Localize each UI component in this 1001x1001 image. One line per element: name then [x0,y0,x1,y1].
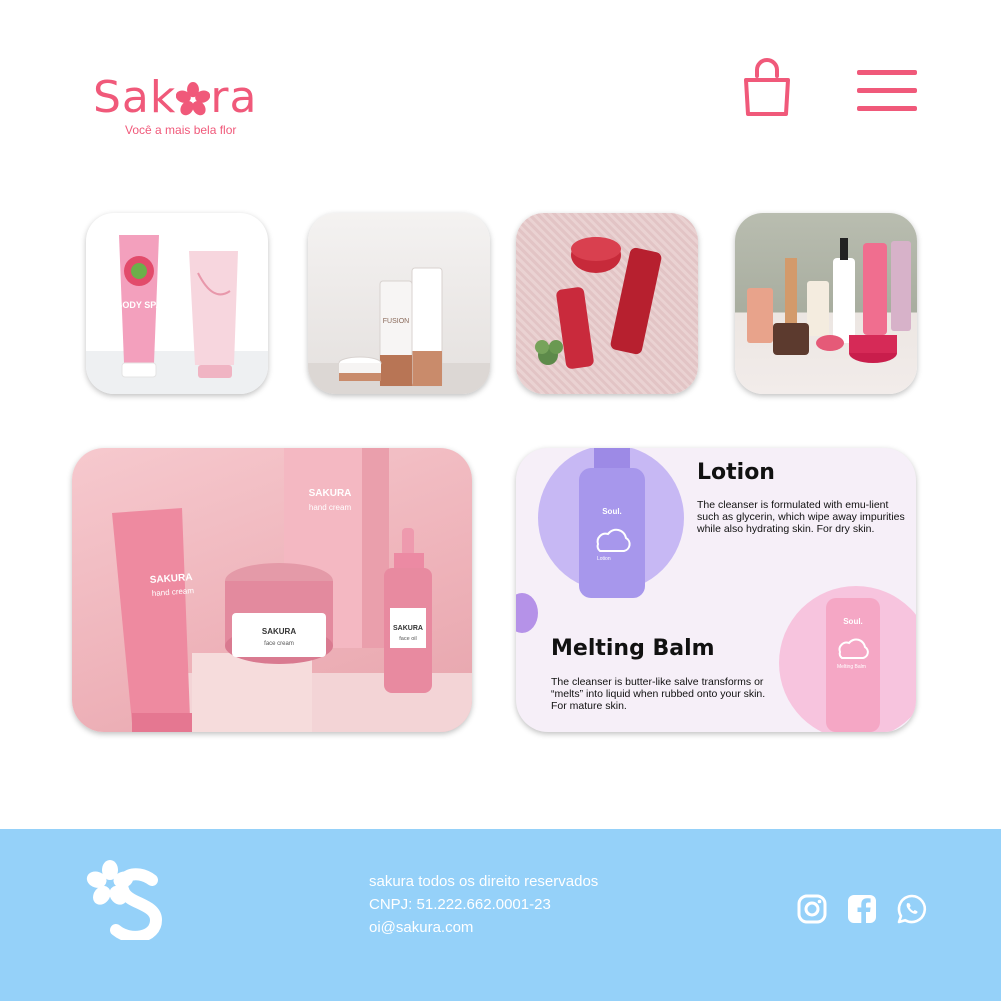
sakura-product-showcase[interactable]: SAKURA hand cream SAKURA hand cream SAKU… [72,448,472,732]
whatsapp-icon [897,894,927,924]
sakura-line-image: SAKURA hand cream SAKURA hand cream SAKU… [112,448,472,732]
box-subtitle: hand cream [309,503,352,512]
product-thumbnail-collection[interactable] [735,213,917,394]
brand-tagline: Você a mais bela flor [125,123,237,137]
footer-email-link[interactable]: oi@sakura.com [369,916,598,939]
melting-balm-title: Melting Balm [551,636,715,661]
instagram-link[interactable] [796,893,828,925]
melting-balm-description: The cleanser is butter-like salve transf… [551,676,766,712]
whatsapp-link[interactable] [896,893,928,925]
brand-wordmark: Sak ra [93,72,257,124]
brand-name-start: Sak [93,72,177,123]
hamburger-menu-button[interactable] [855,68,919,114]
sakura-flower-icon [176,82,211,116]
lotion-title: Lotion [697,460,775,485]
product-thumbnail-fusion[interactable]: FUSION [308,213,490,394]
footer-logo-icon [86,860,162,940]
balm-tube-brand: Soul. [843,617,863,626]
product-thumbnail-body-spa[interactable]: BODY SPA [86,213,268,394]
shopping-bag-icon [744,58,790,116]
cosmetics-collection-image [747,238,911,363]
red-products-image [535,237,662,369]
lotion-description: The cleanser is formulated with emu-lien… [697,499,905,535]
fusion-bottles-image: FUSION [308,267,490,394]
product-thumbnail-vitay[interactable] [516,213,698,394]
footer-info: sakura todos os direito reservados CNPJ:… [369,870,598,939]
facebook-icon [848,895,876,923]
tube-subtitle: hand cream [152,586,195,598]
bottle-subtitle: face oil [399,636,416,642]
product-info-card: Soul. Lotion Soul. Melting Balm Lotion T… [516,448,916,732]
brand-name-end: ra [210,72,258,123]
fusion-label: FUSION [383,318,409,325]
lotion-bottle-brand: Soul. [602,507,622,516]
body-spa-label: BODY SPA [116,300,163,310]
footer-cnpj: CNPJ: 51.222.662.0001-23 [369,896,551,913]
body-spa-tubes-image: BODY SPA [86,235,268,394]
shopping-bag-button[interactable] [740,58,794,118]
footer-copyright: sakura todos os direito reservados [369,873,599,890]
bottle-brand-label: SAKURA [393,625,423,632]
tube-brand-label: SAKURA [149,572,192,586]
balm-tube-label: Melting Balm [837,664,866,670]
instagram-icon [797,894,827,924]
hamburger-menu-icon [857,70,917,111]
jar-subtitle: face cream [264,641,294,647]
jar-brand-label: SAKURA [262,627,296,636]
facebook-link[interactable] [846,893,878,925]
lotion-bottle-label: Lotion [597,556,611,562]
box-brand-label: SAKURA [309,488,352,499]
brand-logo[interactable]: Sak ra Você a mais bela flor [93,72,293,142]
